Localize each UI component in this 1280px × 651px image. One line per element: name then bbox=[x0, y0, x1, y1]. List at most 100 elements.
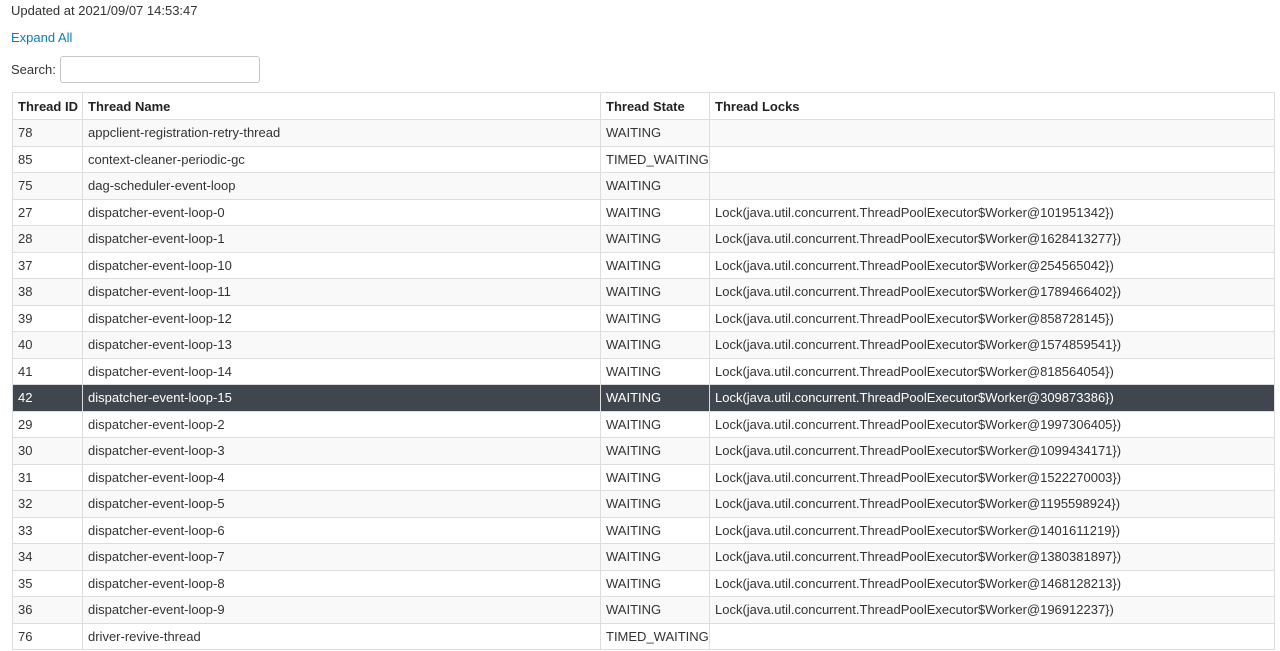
thread-table: Thread ID Thread Name Thread State Threa… bbox=[12, 92, 1275, 650]
thread-name-cell: dispatcher-event-loop-8 bbox=[82, 569, 601, 597]
thread-name-cell: dispatcher-event-loop-9 bbox=[82, 596, 601, 624]
table-row[interactable]: 76 driver-revive-thread TIMED_WAITING bbox=[12, 622, 1275, 650]
thread-locks-cell: Lock(java.util.concurrent.ThreadPoolExec… bbox=[709, 225, 1275, 253]
thread-locks-cell bbox=[709, 172, 1275, 200]
table-row[interactable]: 33 dispatcher-event-loop-6 WAITING Lock(jav… bbox=[12, 516, 1275, 544]
thread-name-cell: appclient-registration-retry-thread bbox=[82, 119, 601, 147]
search-row: Search: bbox=[11, 56, 260, 83]
thread-id-cell: 32 bbox=[12, 490, 83, 518]
thread-state-cell: WAITING bbox=[600, 384, 710, 412]
thread-name-cell: dispatcher-event-loop-0 bbox=[82, 198, 601, 226]
thread-id-cell: 34 bbox=[12, 543, 83, 571]
table-row[interactable]: 37 dispatcher-event-loop-10 WAITING Lock(ja… bbox=[12, 251, 1275, 279]
thread-name-cell: dispatcher-event-loop-12 bbox=[82, 304, 601, 332]
table-row[interactable]: 85 context-cleaner-periodic-gc TIMED_WAITI… bbox=[12, 145, 1275, 173]
table-body: 78 appclient-registration-retry-thread WAI… bbox=[12, 119, 1275, 650]
thread-state-cell: WAITING bbox=[600, 304, 710, 332]
thread-name-cell: dispatcher-event-loop-4 bbox=[82, 463, 601, 491]
thread-state-cell: WAITING bbox=[600, 490, 710, 518]
thread-state-cell: WAITING bbox=[600, 357, 710, 385]
table-row[interactable]: 38 dispatcher-event-loop-11 WAITING Lock(ja… bbox=[12, 278, 1275, 306]
thread-state-cell: WAITING bbox=[600, 463, 710, 491]
thread-name-cell: dispatcher-event-loop-10 bbox=[82, 251, 601, 279]
thread-id-cell: 33 bbox=[12, 516, 83, 544]
thread-id-cell: 30 bbox=[12, 437, 83, 465]
thread-dump-page: Updated at 2021/09/07 14:53:47 Expand Al… bbox=[0, 0, 1280, 651]
table-row[interactable]: 34 dispatcher-event-loop-7 WAITING Lock(jav… bbox=[12, 543, 1275, 571]
expand-all-link[interactable]: Expand All bbox=[11, 30, 72, 46]
thread-locks-cell: Lock(java.util.concurrent.ThreadPoolExec… bbox=[709, 410, 1275, 438]
thread-name-cell: context-cleaner-periodic-gc bbox=[82, 145, 601, 173]
thread-state-cell: WAITING bbox=[600, 596, 710, 624]
table-row[interactable]: 75 dag-scheduler-event-loop WAITING bbox=[12, 172, 1275, 200]
thread-locks-cell bbox=[709, 145, 1275, 173]
thread-name-cell: dispatcher-event-loop-13 bbox=[82, 331, 601, 359]
thread-name-cell: dispatcher-event-loop-14 bbox=[82, 357, 601, 385]
updated-timestamp: Updated at 2021/09/07 14:53:47 bbox=[11, 3, 198, 18]
column-header-thread-name[interactable]: Thread Name bbox=[82, 92, 601, 120]
table-row[interactable]: 32 dispatcher-event-loop-5 WAITING Lock(jav… bbox=[12, 490, 1275, 518]
thread-state-cell: WAITING bbox=[600, 225, 710, 253]
search-input[interactable] bbox=[59, 56, 260, 83]
column-header-thread-locks[interactable]: Thread Locks bbox=[709, 92, 1275, 120]
column-header-thread-id[interactable]: Thread ID bbox=[12, 92, 83, 120]
table-row[interactable]: 31 dispatcher-event-loop-4 WAITING Lock(jav… bbox=[12, 463, 1275, 491]
thread-state-cell: WAITING bbox=[600, 331, 710, 359]
thread-id-cell: 85 bbox=[12, 145, 83, 173]
table-row[interactable]: 36 dispatcher-event-loop-9 WAITING Lock(jav… bbox=[12, 596, 1275, 624]
thread-name-cell: dispatcher-event-loop-6 bbox=[82, 516, 601, 544]
table-row[interactable]: 28 dispatcher-event-loop-1 WAITING Lock(jav… bbox=[12, 225, 1275, 253]
thread-id-cell: 28 bbox=[12, 225, 83, 253]
thread-id-cell: 27 bbox=[12, 198, 83, 226]
thread-state-cell: WAITING bbox=[600, 251, 710, 279]
thread-id-cell: 76 bbox=[12, 622, 83, 650]
thread-state-cell: WAITING bbox=[600, 410, 710, 438]
thread-locks-cell: Lock(java.util.concurrent.ThreadPoolExec… bbox=[709, 569, 1275, 597]
table-row[interactable]: 39 dispatcher-event-loop-12 WAITING Lock(ja… bbox=[12, 304, 1275, 332]
table-row[interactable]: 27 dispatcher-event-loop-0 WAITING Lock(jav… bbox=[12, 198, 1275, 226]
thread-state-cell: WAITING bbox=[600, 569, 710, 597]
thread-locks-cell: Lock(java.util.concurrent.ThreadPoolExec… bbox=[709, 596, 1275, 624]
thread-name-cell: dispatcher-event-loop-5 bbox=[82, 490, 601, 518]
thread-name-cell: dispatcher-event-loop-15 bbox=[82, 384, 601, 412]
table-row[interactable]: 42 dispatcher-event-loop-15 WAITING Lock(ja… bbox=[12, 384, 1275, 412]
thread-locks-cell: Lock(java.util.concurrent.ThreadPoolExec… bbox=[709, 463, 1275, 491]
thread-locks-cell: Lock(java.util.concurrent.ThreadPoolExec… bbox=[709, 251, 1275, 279]
thread-name-cell: driver-revive-thread bbox=[82, 622, 601, 650]
thread-locks-cell: Lock(java.util.concurrent.ThreadPoolExec… bbox=[709, 384, 1275, 412]
table-row[interactable]: 41 dispatcher-event-loop-14 WAITING Lock(ja… bbox=[12, 357, 1275, 385]
thread-locks-cell: Lock(java.util.concurrent.ThreadPoolExec… bbox=[709, 437, 1275, 465]
thread-id-cell: 78 bbox=[12, 119, 83, 147]
thread-state-cell: WAITING bbox=[600, 516, 710, 544]
thread-name-cell: dispatcher-event-loop-11 bbox=[82, 278, 601, 306]
table-row[interactable]: 78 appclient-registration-retry-thread WAI… bbox=[12, 119, 1275, 147]
column-header-thread-state[interactable]: Thread State bbox=[600, 92, 710, 120]
thread-id-cell: 36 bbox=[12, 596, 83, 624]
table-row[interactable]: 29 dispatcher-event-loop-2 WAITING Lock(jav… bbox=[12, 410, 1275, 438]
thread-name-cell: dag-scheduler-event-loop bbox=[82, 172, 601, 200]
thread-locks-cell: Lock(java.util.concurrent.ThreadPoolExec… bbox=[709, 304, 1275, 332]
thread-locks-cell: Lock(java.util.concurrent.ThreadPoolExec… bbox=[709, 543, 1275, 571]
thread-locks-cell: Lock(java.util.concurrent.ThreadPoolExec… bbox=[709, 278, 1275, 306]
thread-state-cell: WAITING bbox=[600, 172, 710, 200]
thread-locks-cell: Lock(java.util.concurrent.ThreadPoolExec… bbox=[709, 357, 1275, 385]
thread-id-cell: 35 bbox=[12, 569, 83, 597]
table-row[interactable]: 40 dispatcher-event-loop-13 WAITING Lock(ja… bbox=[12, 331, 1275, 359]
thread-state-cell: TIMED_WAITING bbox=[600, 145, 710, 173]
table-row[interactable]: 35 dispatcher-event-loop-8 WAITING Lock(jav… bbox=[12, 569, 1275, 597]
thread-name-cell: dispatcher-event-loop-2 bbox=[82, 410, 601, 438]
thread-state-cell: WAITING bbox=[600, 198, 710, 226]
thread-id-cell: 40 bbox=[12, 331, 83, 359]
thread-name-cell: dispatcher-event-loop-7 bbox=[82, 543, 601, 571]
thread-id-cell: 38 bbox=[12, 278, 83, 306]
search-label: Search: bbox=[11, 61, 56, 77]
thread-state-cell: WAITING bbox=[600, 543, 710, 571]
thread-id-cell: 39 bbox=[12, 304, 83, 332]
thread-locks-cell bbox=[709, 622, 1275, 650]
table-header-row: Thread ID Thread Name Thread State Threa… bbox=[12, 92, 1275, 120]
thread-id-cell: 41 bbox=[12, 357, 83, 385]
thread-id-cell: 75 bbox=[12, 172, 83, 200]
thread-id-cell: 31 bbox=[12, 463, 83, 491]
thread-id-cell: 29 bbox=[12, 410, 83, 438]
table-row[interactable]: 30 dispatcher-event-loop-3 WAITING Lock(jav… bbox=[12, 437, 1275, 465]
